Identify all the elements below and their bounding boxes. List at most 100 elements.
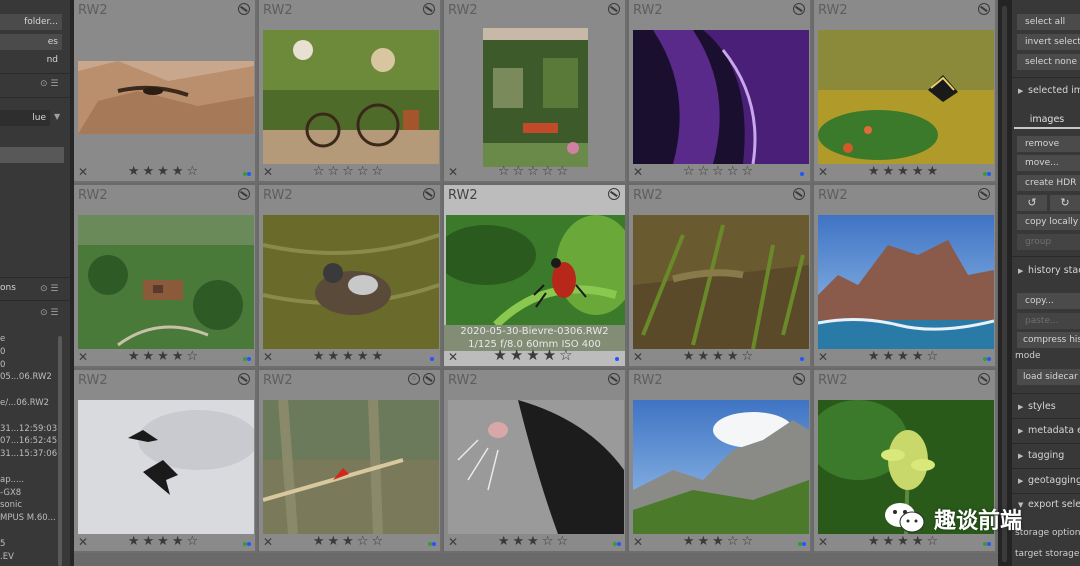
remove-button[interactable]: remove (1017, 136, 1080, 152)
paste-history-button[interactable]: paste... (1017, 313, 1080, 329)
rotate-cw-icon[interactable]: ↻ (1050, 195, 1080, 211)
star-rating[interactable]: ★★★★★ (259, 349, 440, 364)
star-rating[interactable]: ★★★☆☆ (444, 534, 625, 549)
altered-icon[interactable] (978, 188, 990, 200)
altered-icon[interactable] (608, 3, 620, 15)
thumbnail-cell[interactable]: RW2 ✕ ☆☆☆☆☆ (444, 0, 627, 183)
thumbnail-image[interactable] (633, 215, 809, 349)
color-label-blue[interactable] (430, 357, 434, 361)
copy-locally-button[interactable]: copy locally (1017, 214, 1080, 230)
star-rating[interactable]: ★★★★☆ (629, 349, 810, 364)
thumbnail-cell[interactable]: RW2 ✕ ☆☆☆☆☆ (629, 0, 812, 183)
color-label-blue[interactable] (617, 542, 621, 546)
altered-icon[interactable] (423, 373, 435, 385)
collection-row[interactable] (0, 147, 64, 163)
altered-icon[interactable] (608, 188, 620, 200)
star-rating[interactable]: ★★★★☆ (74, 534, 255, 549)
thumbnail-image[interactable] (263, 400, 439, 534)
star-rating[interactable]: ★★★★☆ (74, 164, 255, 179)
color-label-blue[interactable] (432, 542, 436, 546)
thumbnail-cell[interactable]: RW2 ⁘ ✕ ★★★☆☆ (259, 370, 442, 553)
compress-history-button[interactable]: compress history (1017, 332, 1080, 348)
thumbnail-image[interactable] (633, 30, 809, 164)
load-sidecar-button[interactable]: load sidecar file (1017, 369, 1080, 385)
select-none-button[interactable]: select none (1017, 54, 1080, 70)
color-label-blue[interactable] (802, 542, 806, 546)
altered-icon[interactable] (978, 373, 990, 385)
altered-icon[interactable] (793, 3, 805, 15)
thumbnail-cell[interactable]: RW2 ✕ ★★★☆☆ (629, 370, 812, 553)
left-scrollbar[interactable] (58, 336, 62, 566)
thumbnail-image[interactable] (446, 215, 625, 325)
star-rating[interactable]: ☆☆☆☆☆ (444, 164, 625, 179)
thumbnail-cell[interactable]: RW2 ✕ ☆☆☆☆☆ (259, 0, 442, 183)
section-geotagging[interactable]: ▶ geotagging (1012, 471, 1080, 491)
color-label-blue[interactable] (987, 542, 991, 546)
chevron-down-icon[interactable]: ▼ (54, 112, 60, 121)
thumbnail-image[interactable] (78, 400, 254, 534)
star-rating[interactable]: ★★★☆☆ (259, 534, 440, 549)
thumbnail-cell[interactable]: RW2 ✕ ★★★★☆ (629, 185, 812, 368)
thumbnail-image[interactable] (633, 400, 809, 534)
thumbnail-cell[interactable]: RW2 ✕ ★★★☆☆ (444, 370, 627, 553)
thumbnail-image[interactable] (818, 30, 994, 164)
tab-images[interactable]: images (1014, 111, 1080, 129)
grid-scrollbar-track[interactable] (998, 0, 1012, 566)
create-hdr-button[interactable]: create HDR (1017, 175, 1080, 191)
invert-selection-button[interactable]: invert selection (1017, 34, 1080, 50)
altered-icon[interactable] (423, 188, 435, 200)
image-information-header[interactable]: ons (0, 278, 70, 298)
section-styles[interactable]: ▶ styles (1012, 397, 1080, 417)
group-icon[interactable]: ⁘ (408, 373, 420, 385)
color-label-blue[interactable] (247, 542, 251, 546)
altered-icon[interactable] (978, 3, 990, 15)
star-rating[interactable]: ☆☆☆☆☆ (629, 164, 810, 179)
thumbnail-cell[interactable]: RW2 ✕ ★★★★☆ (814, 185, 997, 368)
thumbnail-cell[interactable]: RW2 ✕ ★★★★☆ (74, 185, 257, 368)
group-button[interactable]: group (1017, 234, 1080, 250)
import-button-2[interactable]: es (0, 34, 62, 50)
section-metadata-editor[interactable]: ▶metadata editor (1012, 421, 1080, 441)
rotate-ccw-icon[interactable]: ↺ (1017, 195, 1047, 211)
collection-select[interactable]: lue (0, 110, 50, 126)
star-rating[interactable]: ★★★★★ (814, 164, 995, 179)
altered-icon[interactable] (793, 373, 805, 385)
altered-icon[interactable] (793, 188, 805, 200)
color-label-blue[interactable] (987, 357, 991, 361)
select-all-button[interactable]: select all (1017, 14, 1080, 30)
thumbnail-image[interactable] (263, 30, 439, 164)
color-label-blue[interactable] (987, 172, 991, 176)
lighttable-grid[interactable]: RW2 ✕ ★★★★☆ RW2 ✕ ☆☆☆☆☆ RW2 ✕ ☆☆☆☆☆ RW2 … (74, 0, 998, 566)
move-button[interactable]: move... (1017, 155, 1080, 171)
thumbnail-cell-hovered[interactable]: RW2 2020-05-30-Bievre-0306.RW2 1/125 f/8… (444, 185, 627, 368)
section-history-stack[interactable]: ▶history stack (1012, 261, 1080, 281)
color-label-blue[interactable] (800, 172, 804, 176)
section-selected-images[interactable]: ▶selected images (1012, 81, 1080, 101)
color-label-blue[interactable] (247, 357, 251, 361)
thumbnail-cell[interactable]: RW2 ✕ ★★★★★ (814, 0, 997, 183)
copy-history-button[interactable]: copy... (1017, 293, 1080, 309)
thumbnail-image[interactable] (263, 215, 439, 349)
section-tagging[interactable]: ▶ tagging (1012, 446, 1080, 466)
import-button-3[interactable]: nd (0, 52, 62, 68)
section-info-icon[interactable]: ⊙ ☰ (40, 284, 58, 294)
thumbnail-image[interactable] (448, 400, 624, 534)
star-rating[interactable]: ★★★★☆ (74, 349, 255, 364)
section-presets-icon[interactable]: ⊙ ☰ (40, 79, 58, 89)
star-rating[interactable]: ★★★★☆ (814, 349, 995, 364)
altered-icon[interactable] (423, 3, 435, 15)
star-rating[interactable]: ★★★★☆ (814, 534, 995, 549)
color-label-blue[interactable] (615, 357, 619, 361)
star-rating[interactable]: ★★★★☆ (444, 346, 625, 364)
import-folder-button[interactable]: folder... (0, 14, 62, 30)
altered-icon[interactable] (238, 188, 250, 200)
thumbnail-image[interactable] (818, 215, 994, 349)
thumbnail-cell[interactable]: RW2 ✕ ★★★★☆ (74, 370, 257, 553)
color-label-blue[interactable] (247, 172, 251, 176)
color-label-blue[interactable] (800, 357, 804, 361)
thumbnail-cell[interactable]: RW2 ✕ ★★★★☆ (74, 0, 257, 183)
star-rating[interactable]: ★★★☆☆ (629, 534, 810, 549)
altered-icon[interactable] (608, 373, 620, 385)
altered-icon[interactable] (238, 373, 250, 385)
thumbnail-image[interactable] (483, 28, 588, 167)
